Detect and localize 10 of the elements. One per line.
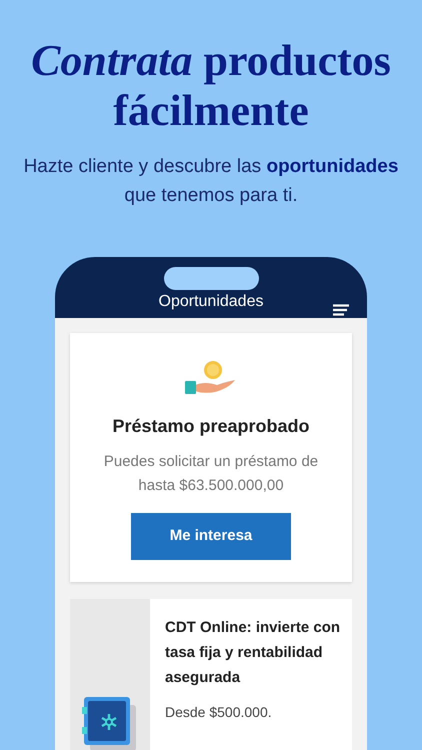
card-description: Puedes solicitar un préstamo de hasta $63.500.000,00 [102,452,320,496]
menu-icon[interactable] [332,304,350,318]
headline: Contrata productos fácilmente [30,36,392,136]
header-title: Oportunidades [158,292,264,312]
card-description: Desde $500.000. [165,703,273,722]
subtitle: Hazte cliente y descubre las oportunidades que tenemos para ti. [22,155,400,208]
interest-button[interactable]: Me interesa [131,513,291,560]
card-title: CDT Online: invierte con tasa fija y rentabilidad asegurada [165,618,342,688]
card-title: Préstamo preaprobado [112,415,310,438]
safe-icon [82,695,138,750]
